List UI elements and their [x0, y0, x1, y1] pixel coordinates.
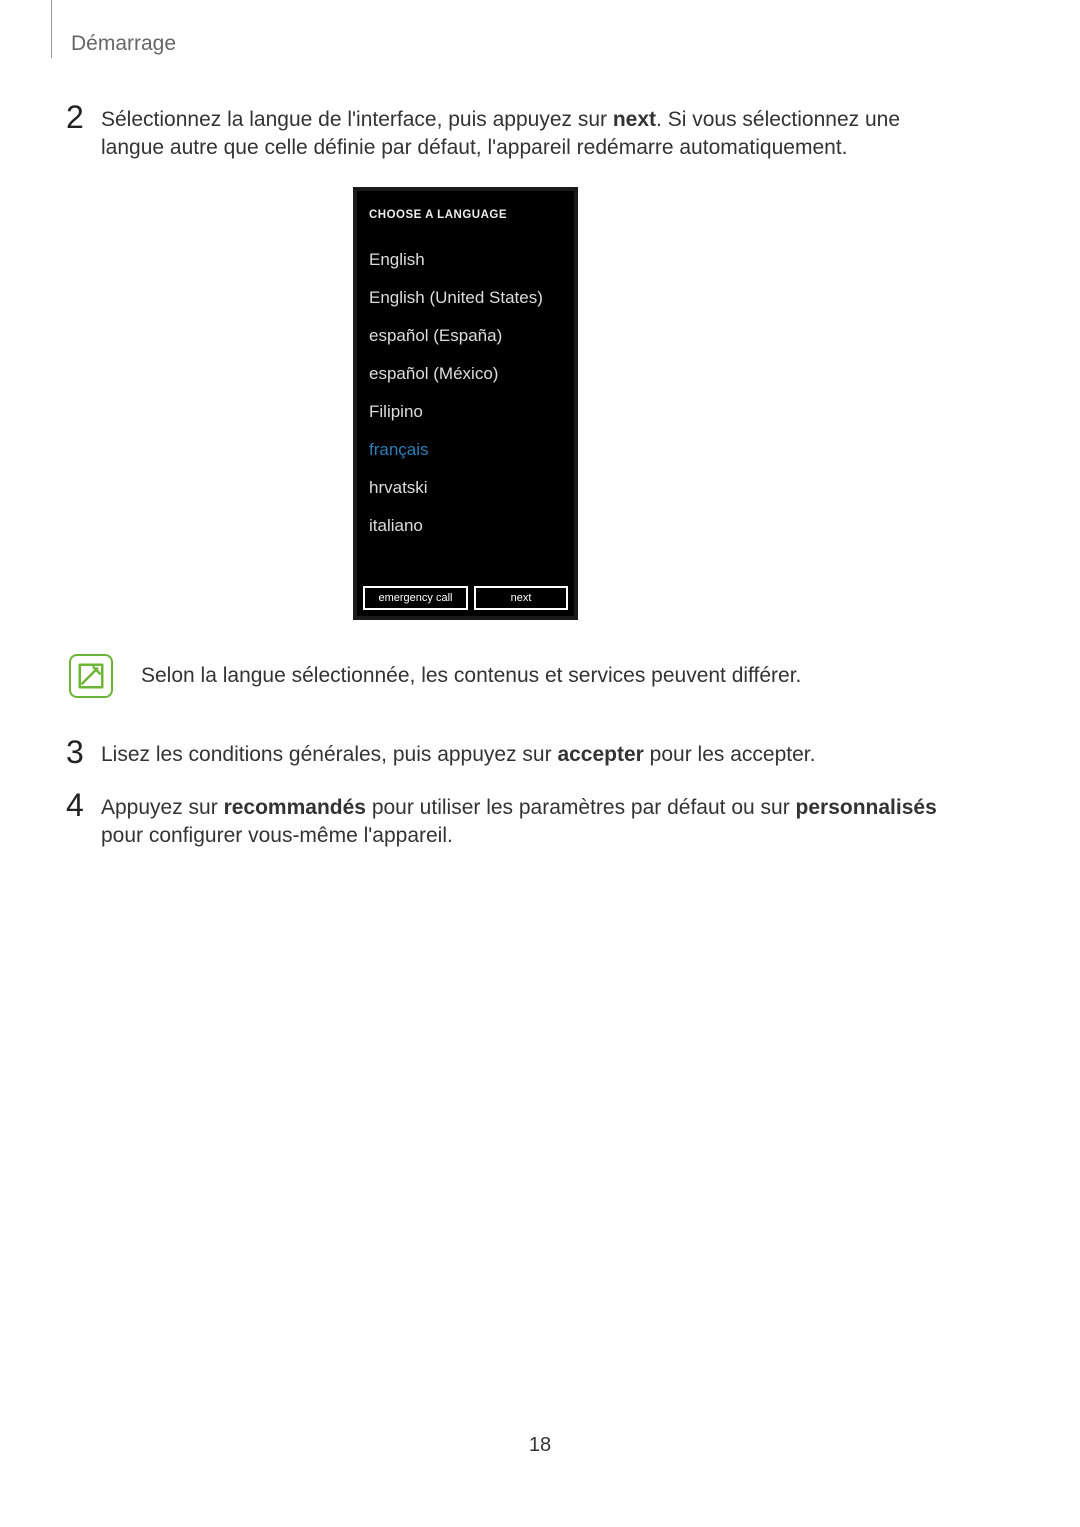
step-3-bold-accepter: accepter	[557, 743, 643, 766]
step-2: 2 Sélectionnez la langue de l'interface,…	[66, 100, 941, 163]
step-2-text: Sélectionnez la langue de l'interface, p…	[101, 100, 941, 163]
section-border	[44, 0, 52, 58]
language-list: English English (United States) español …	[357, 231, 574, 580]
phone-header: CHOOSE A LANGUAGE	[357, 191, 574, 231]
step-4: 4 Appuyez sur recommandés pour utiliser …	[66, 788, 941, 851]
step-4-bold-recommandes: recommandés	[224, 796, 366, 819]
step-4-mid: pour utiliser les paramètres par défaut …	[366, 796, 796, 819]
step-4-bold-personnalises: personnalisés	[796, 796, 937, 819]
step-3-post: pour les accepter.	[644, 743, 816, 766]
step-4-pre: Appuyez sur	[101, 796, 224, 819]
step-3-pre: Lisez les conditions générales, puis app…	[101, 743, 557, 766]
lang-item-hrvatski[interactable]: hrvatski	[357, 469, 574, 507]
lang-item-espanol-espana[interactable]: español (España)	[357, 317, 574, 355]
step-4-number: 4	[66, 788, 101, 823]
step-3-text: Lisez les conditions générales, puis app…	[101, 735, 815, 769]
step-3: 3 Lisez les conditions générales, puis a…	[66, 735, 815, 770]
step-4-text: Appuyez sur recommandés pour utiliser le…	[101, 788, 941, 851]
phone-screenshot: CHOOSE A LANGUAGE English English (Unite…	[353, 187, 578, 620]
emergency-call-button[interactable]: emergency call	[363, 586, 468, 610]
step-4-post: pour configurer vous-même l'appareil.	[101, 824, 453, 847]
step-3-number: 3	[66, 735, 101, 770]
lang-item-francais[interactable]: français	[357, 431, 574, 469]
lang-item-filipino[interactable]: Filipino	[357, 393, 574, 431]
step-2-bold-next: next	[613, 108, 656, 131]
phone-button-row: emergency call next	[357, 580, 574, 616]
page-number: 18	[0, 1434, 1080, 1457]
lang-item-english-us[interactable]: English (United States)	[357, 279, 574, 317]
lang-item-italiano[interactable]: italiano	[357, 507, 574, 545]
info-box: Selon la langue sélectionnée, les conten…	[69, 654, 801, 698]
step-2-number: 2	[66, 100, 101, 135]
section-title: Démarrage	[71, 32, 176, 56]
step-2-pre: Sélectionnez la langue de l'interface, p…	[101, 108, 613, 131]
info-text: Selon la langue sélectionnée, les conten…	[141, 664, 801, 688]
lang-item-english[interactable]: English	[357, 241, 574, 279]
next-button[interactable]: next	[474, 586, 568, 610]
note-icon	[69, 654, 113, 698]
lang-item-espanol-mexico[interactable]: español (México)	[357, 355, 574, 393]
